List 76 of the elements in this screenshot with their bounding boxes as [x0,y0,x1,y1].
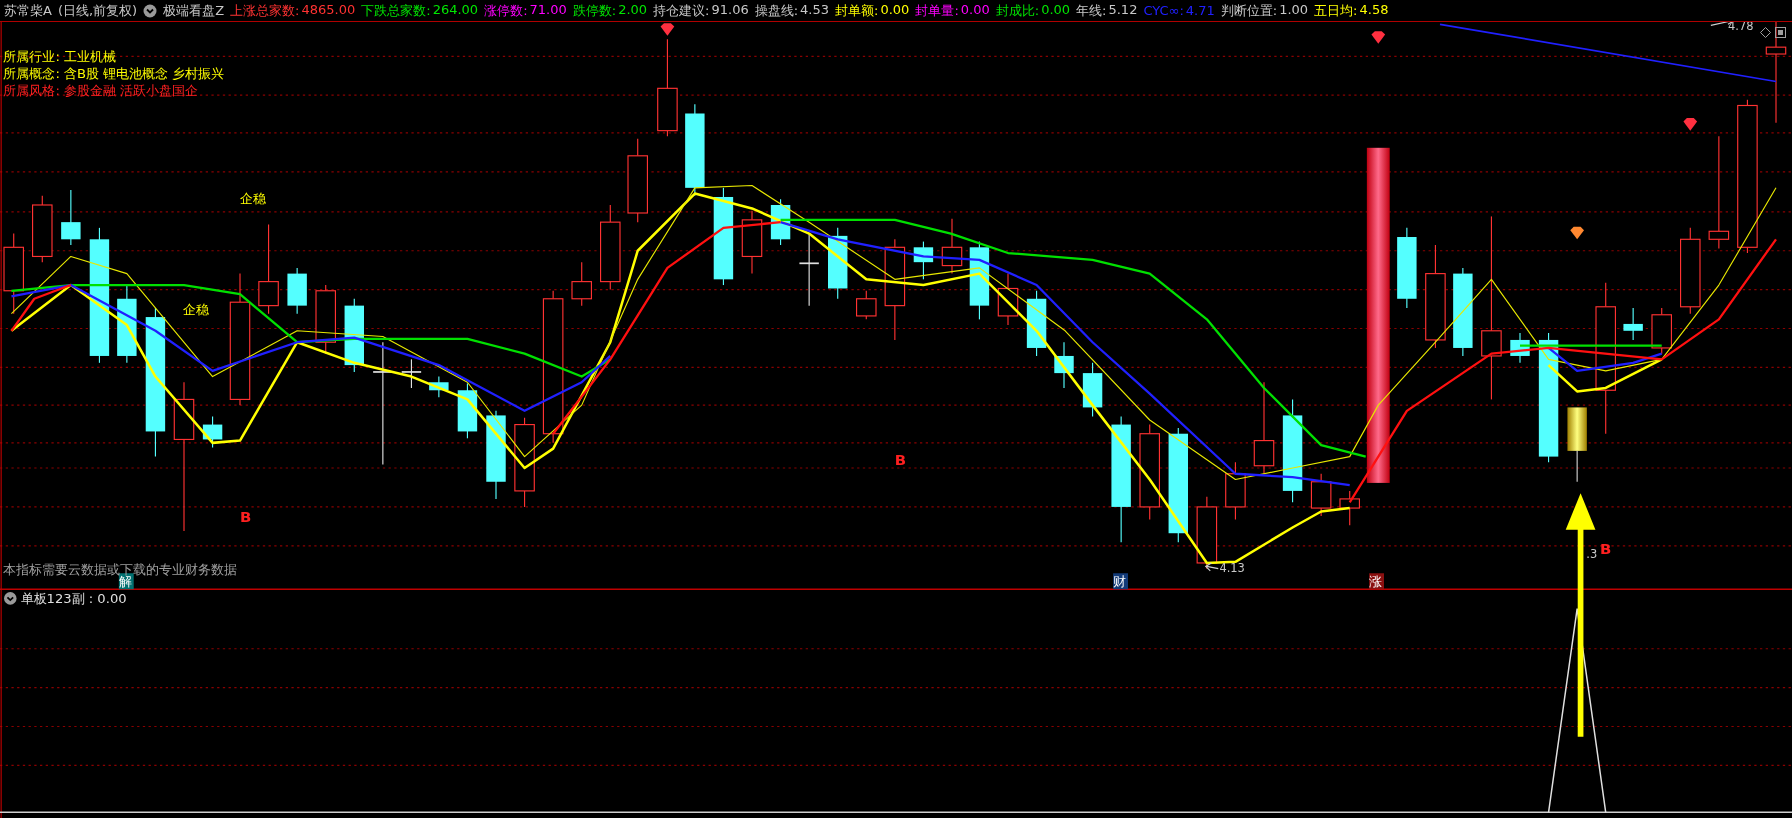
candlestick [457,382,478,439]
chart-label: B [894,450,907,469]
stat-label: 涨停数: [484,1,528,20]
stat-label: 封单量: [915,1,959,20]
badge-label: 解 [119,574,133,590]
candlestick [1651,307,1672,355]
candlestick [856,290,877,320]
candlestick [400,358,422,389]
stat-value: 4.53 [800,1,830,19]
candlestick [1510,332,1530,364]
chart-label: B [1600,539,1612,558]
stat-value: 2.00 [618,1,648,19]
stat-value: 91.06 [711,1,749,19]
chevron-down-icon[interactable] [143,3,158,18]
candlestick [1339,490,1360,526]
stat-value: 264.00 [432,1,479,19]
candlestick [1026,290,1047,357]
diamond-icon [660,23,675,36]
stat-label: CYC∞: [1143,3,1184,18]
info-line: 所属风格: 参股金融 活跃小盘国企 [3,83,199,99]
arrow-icon [1565,493,1596,737]
stat-value: 0.00 [880,1,910,19]
candlestick [32,195,53,263]
stat-value: 4865.00 [301,1,356,19]
stat-value: 4.71 [1185,3,1215,18]
candlestick [913,241,934,280]
stat-label: 下跌总家数: [361,1,431,20]
info-line: 所属概念: 含B股 锂电池概念 乡村振兴 [3,66,225,82]
candlestick [1082,362,1103,418]
badge-label: 涨 [1369,574,1383,590]
diamond-icon [1570,226,1584,240]
stock-name: 苏常柴A [4,1,52,20]
stat-label: 五日均: [1314,1,1358,20]
candlestick [1310,473,1332,517]
candlestick [429,375,449,398]
chart-period: (日线,前复权) [57,1,138,20]
indicator-readout: 单板123副 : 0.00 [20,591,127,606]
candlestick [202,416,223,448]
info-line: 所属行业: 工业机械 [3,48,116,64]
candlestick [741,210,763,275]
candlestick [1623,307,1643,341]
candlestick [287,267,307,315]
stat-label: 操盘线: [754,1,799,20]
stat-value: 4.58 [1359,1,1389,19]
chevron-down-icon[interactable] [4,592,17,605]
candlestick [941,218,963,275]
chart-label: B [240,507,252,526]
badge-label: 财 [1113,574,1127,590]
stat-value: 1.00 [1279,1,1309,19]
stat-label: 封单额: [835,1,879,20]
stat-value: 5.12 [1108,1,1138,19]
chart-label: .3 [1586,547,1598,562]
stat-label: 上涨总家数: [230,1,300,20]
chart-label: 企稳 [240,190,266,206]
candlestick [770,198,791,246]
chart-label: 4.13 [1219,561,1245,576]
candlestick [61,189,81,246]
diamond-outline-icon[interactable] [1760,27,1771,38]
candlestick [997,273,1019,326]
diamond-icon [1371,31,1386,44]
stat-value: 0.00 [1041,1,1071,19]
window-icon[interactable] [1775,27,1786,38]
arrow-icon [1204,562,1219,572]
diamond-icon [1683,118,1698,131]
candlestick [1225,461,1246,521]
candlestick [1054,341,1074,389]
chart-label: 企稳 [182,301,209,317]
stat-value: 0.00 [960,1,990,19]
stat-label: 持仓建议: [653,1,710,20]
stat-label: 封成比: [995,1,1040,20]
indicator-name: 极端看盘Z [163,1,225,20]
stat-label: 跌停数: [572,1,617,20]
stat-value: 71.00 [529,1,567,19]
stat-label: 判断位置: [1220,1,1278,20]
candlestick [571,261,592,307]
stat-label: 年线: [1076,1,1107,20]
